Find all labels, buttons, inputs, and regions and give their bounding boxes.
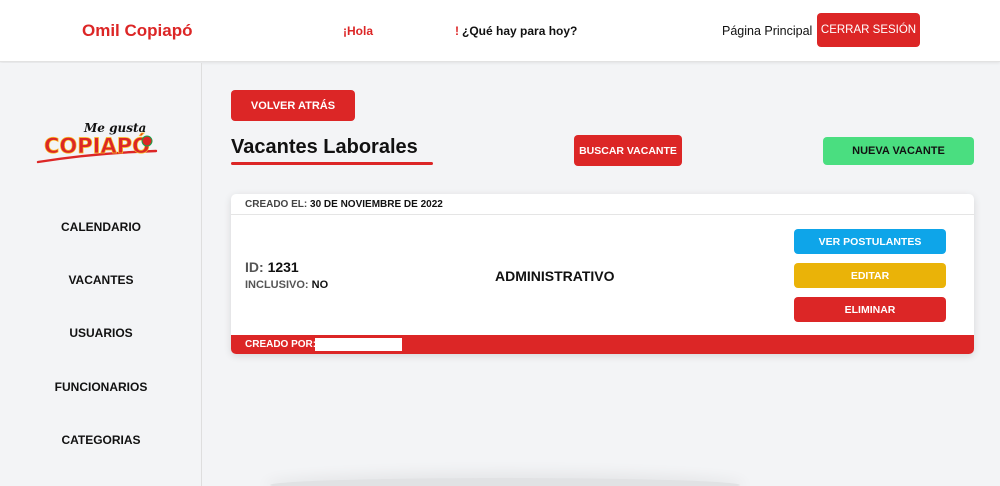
sidebar: Me gusta COPIAPÓ CALENDARIO VACANTES USU…: [0, 63, 202, 486]
view-applicants-button[interactable]: VER POSTULANTES: [794, 229, 946, 254]
inclusive-value: NO: [311, 279, 329, 291]
vacancy-title: ADMINISTRATIVO: [495, 268, 615, 284]
card-created-date: CREADO EL: 30 DE NOVIEMBRE DE 2022: [231, 194, 974, 215]
vacancy-card: CREADO EL: 30 DE NOVIEMBRE DE 2022 ID: 1…: [231, 194, 974, 354]
logo-heart-icon: [141, 135, 153, 147]
sidebar-item-calendario[interactable]: CALENDARIO: [0, 220, 202, 234]
delete-button[interactable]: ELIMINAR: [794, 297, 946, 322]
vacancy-inclusive: INCLUSIVO: NO: [245, 279, 328, 291]
search-vacancy-button[interactable]: BUSCAR VACANTE: [574, 135, 682, 166]
greeting-text: ¡Hola: [343, 24, 373, 38]
edit-button[interactable]: EDITAR: [794, 263, 946, 288]
id-value: 1231: [267, 259, 299, 275]
id-label: ID:: [245, 259, 264, 275]
page-title: Vacantes Laborales: [231, 136, 418, 158]
sidebar-item-categorias[interactable]: CATEGORIAS: [0, 433, 202, 447]
sidebar-item-funcionarios[interactable]: FUNCIONARIOS: [0, 380, 202, 394]
logo-word-text: COPIAPÓ: [44, 133, 150, 158]
sidebar-item-vacantes[interactable]: VACANTES: [0, 273, 202, 287]
sidebar-item-usuarios[interactable]: USUARIOS: [0, 326, 202, 340]
logout-button[interactable]: CERRAR SESIÓN: [817, 13, 920, 47]
today-exclamation: !: [455, 24, 459, 38]
back-button[interactable]: VOLVER ATRÁS: [231, 90, 355, 121]
created-label: CREADO EL:: [245, 199, 308, 210]
inclusive-label: INCLUSIVO:: [245, 279, 309, 291]
title-underline: [231, 162, 433, 165]
created-by-label: CREADO POR:: [245, 339, 317, 350]
brand-title[interactable]: Omil Copiapó: [82, 21, 193, 41]
logo-script-text: Me gusta: [83, 121, 146, 135]
bottom-card-shadow: [270, 478, 740, 486]
vacancy-id: ID: 1231: [245, 259, 299, 275]
top-navbar: Omil Copiapó ¡Hola ! ¿Qué hay para hoy? P…: [0, 0, 1000, 62]
card-created-by: CREADO POR:: [231, 335, 974, 354]
new-vacancy-button[interactable]: NUEVA VACANTE: [823, 137, 974, 165]
created-value: 30 DE NOVIEMBRE DE 2022: [310, 199, 443, 210]
today-prompt: ! ¿Qué hay para hoy?: [455, 24, 577, 38]
created-by-redacted: [315, 338, 402, 351]
me-gusta-copiapo-logo: Me gusta COPIAPÓ: [36, 121, 158, 164]
home-link[interactable]: Página Principal: [722, 24, 812, 38]
today-text: ¿Qué hay para hoy?: [462, 24, 578, 38]
